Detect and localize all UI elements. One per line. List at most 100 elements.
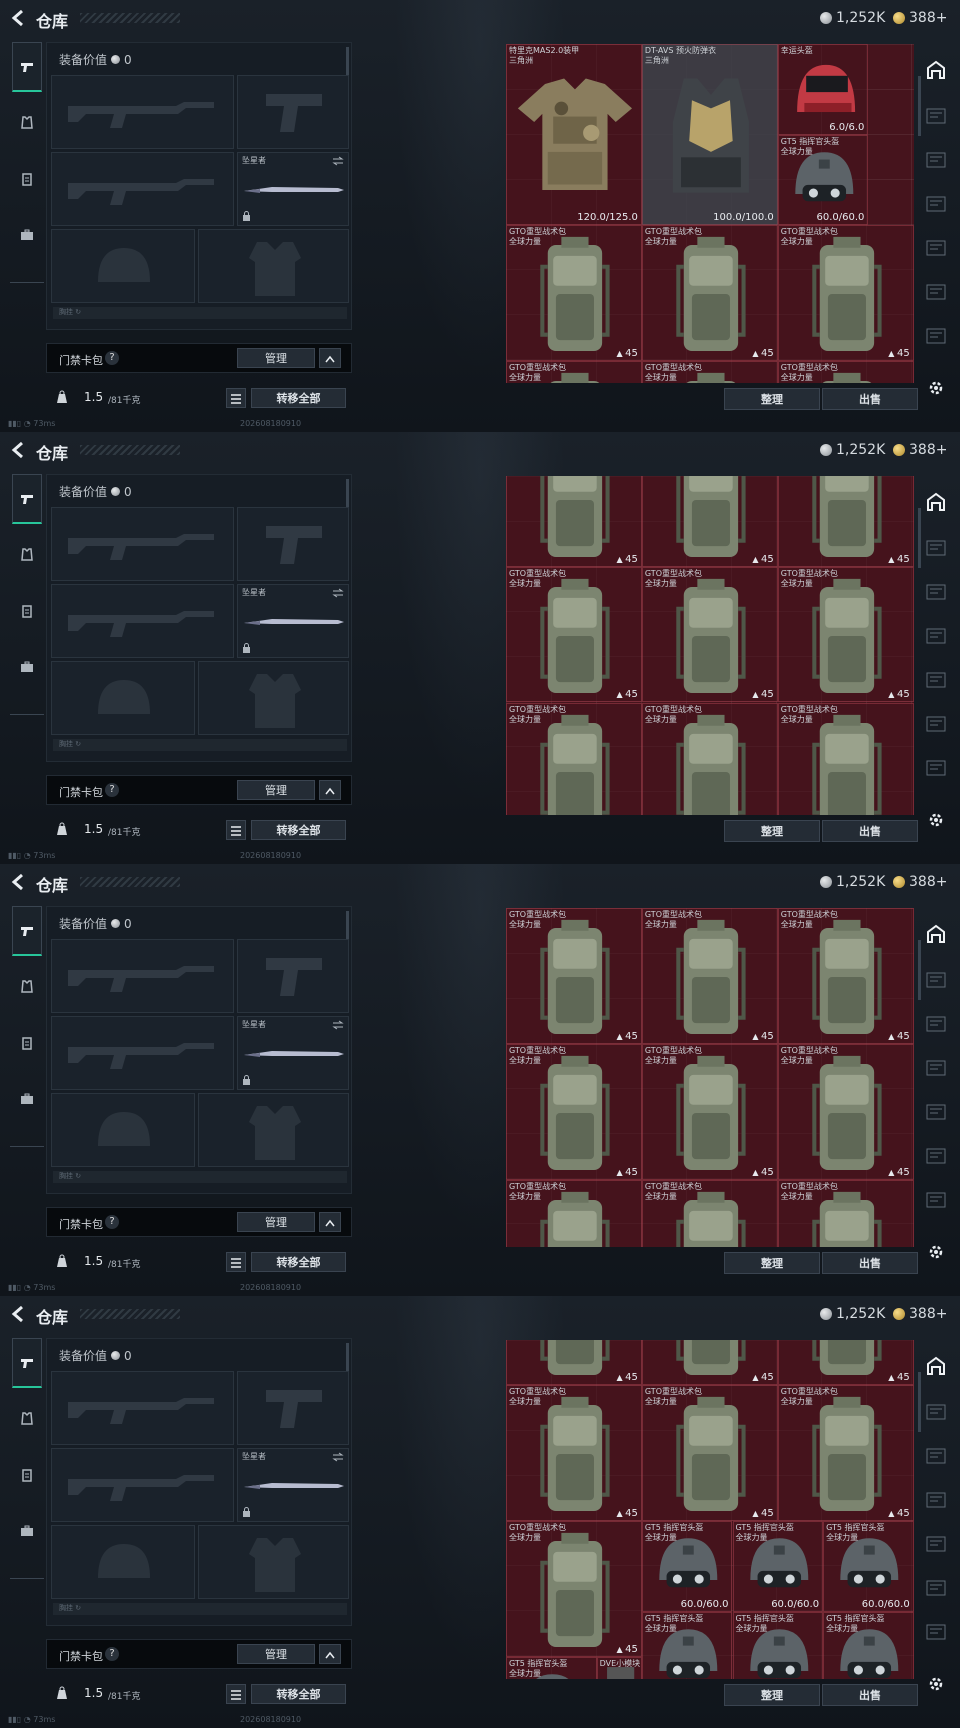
stash-page-4[interactable] xyxy=(922,1098,950,1126)
chest-rig-row[interactable]: 胸挂 ↻ xyxy=(53,1603,347,1615)
helmet-slot[interactable] xyxy=(51,229,195,303)
stash-item[interactable]: DT-AVS 预火防弹衣 三角洲 100.0/100.0 xyxy=(641,44,778,226)
melee-slot[interactable]: 坠星者 xyxy=(237,1016,349,1090)
stash-scrollbar[interactable] xyxy=(918,76,921,136)
tab-armor[interactable] xyxy=(12,530,42,580)
armor-slot[interactable] xyxy=(198,1525,349,1599)
transfer-all-button[interactable]: 转移全部 xyxy=(251,1252,346,1272)
helmet-slot[interactable] xyxy=(51,1525,195,1599)
stash-item[interactable]: GTO重型战术包 全球力量 xyxy=(641,361,778,383)
stash-item[interactable]: GT5 指挥官头盔 全球力量 xyxy=(506,1657,597,1679)
sidearm-slot[interactable] xyxy=(237,507,349,581)
expand-button[interactable] xyxy=(319,1212,341,1232)
armor-slot[interactable] xyxy=(198,661,349,735)
stash-item[interactable]: GTO重型战术包 全球力量 ▲ 45 xyxy=(777,1385,914,1522)
gold-currency[interactable]: 388+ xyxy=(893,874,947,890)
back-arrow-icon[interactable] xyxy=(10,9,28,27)
stash-item[interactable]: ▲ 45 xyxy=(641,1340,778,1386)
stash-page-3[interactable] xyxy=(922,1054,950,1082)
melee-slot[interactable]: 坠星者 xyxy=(237,584,349,658)
help-icon[interactable]: ? xyxy=(105,1215,119,1229)
primary-weapon-slot[interactable] xyxy=(51,507,234,581)
stash-item[interactable]: GT5 指挥官头盔 全球力量 xyxy=(823,1611,914,1679)
tab-backpack[interactable] xyxy=(12,210,42,260)
tab-rig[interactable] xyxy=(12,1450,42,1500)
sidearm-slot[interactable] xyxy=(237,75,349,149)
stash-page-1[interactable] xyxy=(922,534,950,562)
stash-item[interactable]: GTO重型战术包 全球力量 ▲ 45 xyxy=(777,1043,914,1180)
list-view-button[interactable] xyxy=(226,388,246,408)
stash-page-2[interactable] xyxy=(922,578,950,606)
stash-item[interactable]: GTO重型战术包 全球力量 xyxy=(641,1179,778,1247)
gold-currency[interactable]: 388+ xyxy=(893,442,947,458)
sidearm-slot[interactable] xyxy=(237,1371,349,1445)
stash-item[interactable]: GT5 指挥官头盔 全球力量 60.0/60.0 xyxy=(823,1521,914,1612)
tab-rig[interactable] xyxy=(12,586,42,636)
swap-icon[interactable] xyxy=(332,1452,344,1462)
stash-page-1[interactable] xyxy=(922,966,950,994)
stash-item[interactable]: ▲ 45 xyxy=(506,476,642,567)
stash-item[interactable]: GTO重型战术包 全球力量 ▲ 45 xyxy=(641,566,778,703)
stash-item[interactable]: GTO重型战术包 全球力量 xyxy=(777,361,914,383)
secondary-weapon-slot[interactable] xyxy=(51,1016,234,1090)
tab-armor[interactable] xyxy=(12,98,42,148)
stash-page-4[interactable] xyxy=(922,1530,950,1558)
chest-rig-row[interactable]: 胸挂 ↻ xyxy=(53,739,347,751)
stash-page-5[interactable] xyxy=(922,1574,950,1602)
stash-page-1[interactable] xyxy=(922,1398,950,1426)
silver-currency[interactable]: 1,252K xyxy=(820,442,885,458)
transfer-all-button[interactable]: 转移全部 xyxy=(251,1684,346,1704)
expand-button[interactable] xyxy=(319,348,341,368)
sell-button[interactable]: 出售 xyxy=(822,1684,918,1706)
melee-slot[interactable]: 坠星者 xyxy=(237,1448,349,1522)
stash-page-4[interactable] xyxy=(922,234,950,262)
stash-page-2[interactable] xyxy=(922,146,950,174)
sell-button[interactable]: 出售 xyxy=(822,1252,918,1274)
swap-icon[interactable] xyxy=(332,156,344,166)
stash-item[interactable]: GTO重型战术包 全球力量 ▲ 45 xyxy=(506,566,642,703)
stash-grid[interactable]: ▲ 45 ▲ 45 ▲ 45 GTO重型战术包 全球力量 ▲ 45 GTO重型战术… xyxy=(506,476,914,815)
melee-slot[interactable]: 坠星者 xyxy=(237,152,349,226)
settings-button[interactable] xyxy=(922,806,950,834)
stash-grid[interactable]: 特里克MAS2.0装甲 三角洲 120.0/125.0 DT-AVS 预火防弹衣 … xyxy=(506,44,914,383)
stash-page-2[interactable] xyxy=(922,1442,950,1470)
help-icon[interactable]: ? xyxy=(105,1647,119,1661)
stash-item[interactable]: ▲ 45 xyxy=(641,476,778,567)
secondary-weapon-slot[interactable] xyxy=(51,584,234,658)
stash-page-3[interactable] xyxy=(922,1486,950,1514)
expand-button[interactable] xyxy=(319,1644,341,1664)
stash-item[interactable]: GT5 指挥官头盔 全球力量 xyxy=(641,1611,733,1679)
secondary-weapon-slot[interactable] xyxy=(51,1448,234,1522)
tab-rig[interactable] xyxy=(12,154,42,204)
stash-page-6[interactable] xyxy=(922,1186,950,1214)
armor-slot[interactable] xyxy=(198,229,349,303)
stash-item[interactable]: GTO重型战术包 全球力量 ▲ 45 xyxy=(777,566,914,703)
stash-item[interactable]: GTO重型战术包 全球力量 xyxy=(506,361,642,383)
stash-item[interactable]: ▲ 45 xyxy=(506,1340,642,1386)
silver-currency[interactable]: 1,252K xyxy=(820,10,885,26)
stash-item[interactable]: ▲ 45 xyxy=(777,1340,914,1386)
stash-home-tab[interactable] xyxy=(922,488,950,516)
swap-icon[interactable] xyxy=(332,1020,344,1030)
tab-backpack[interactable] xyxy=(12,1506,42,1556)
sort-button[interactable]: 整理 xyxy=(724,1684,820,1706)
stash-grid[interactable]: GTO重型战术包 全球力量 ▲ 45 GTO重型战术包 全球力量 ▲ 45 GTO重… xyxy=(506,908,914,1247)
stash-page-6[interactable] xyxy=(922,754,950,782)
silver-currency[interactable]: 1,252K xyxy=(820,874,885,890)
primary-weapon-slot[interactable] xyxy=(51,939,234,1013)
stash-item[interactable]: GT5 指挥官头盔 全球力量 xyxy=(732,1611,824,1679)
stash-item[interactable]: GT5 指挥官头盔 全球力量 60.0/60.0 xyxy=(641,1521,733,1612)
back-arrow-icon[interactable] xyxy=(10,873,28,891)
stash-page-5[interactable] xyxy=(922,1142,950,1170)
stash-page-3[interactable] xyxy=(922,190,950,218)
manage-button[interactable]: 管理 xyxy=(237,1644,315,1664)
stash-item[interactable]: GTO重型战术包 全球力量 ▲ 45 xyxy=(777,225,914,362)
stash-page-5[interactable] xyxy=(922,278,950,306)
primary-weapon-slot[interactable] xyxy=(51,1371,234,1445)
stash-item[interactable]: GT5 指挥官头盔 全球力量 60.0/60.0 xyxy=(732,1521,824,1612)
stash-item[interactable]: GTO重型战术包 全球力量 ▲ 45 xyxy=(641,1043,778,1180)
armor-slot[interactable] xyxy=(198,1093,349,1167)
stash-page-4[interactable] xyxy=(922,666,950,694)
back-arrow-icon[interactable] xyxy=(10,1305,28,1323)
stash-page-6[interactable] xyxy=(922,1618,950,1646)
